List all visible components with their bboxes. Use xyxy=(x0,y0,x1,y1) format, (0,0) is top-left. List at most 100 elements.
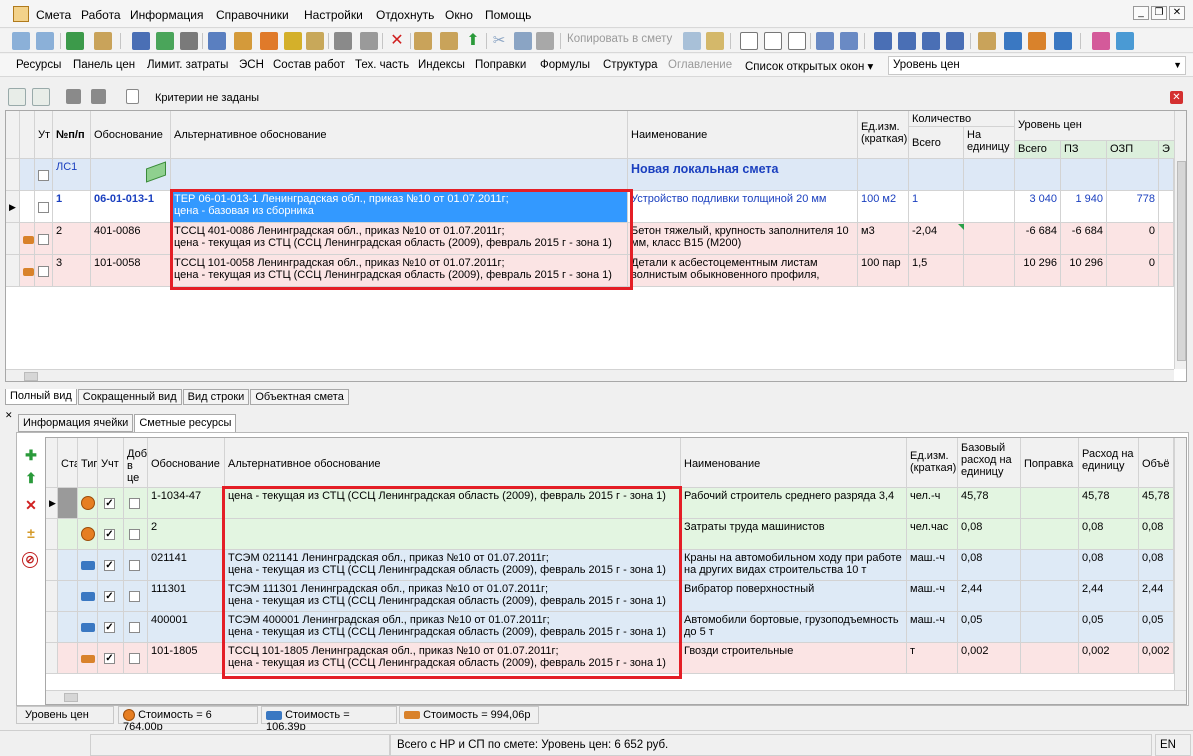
transfer2-icon[interactable] xyxy=(440,32,458,50)
pz-cell[interactable]: 10 296 xyxy=(1061,255,1107,287)
books2-icon[interactable] xyxy=(1116,32,1134,50)
print-icon[interactable] xyxy=(334,32,352,50)
r-icon[interactable] xyxy=(764,32,782,50)
ut-cell[interactable] xyxy=(35,223,53,255)
open-windows-dropdown[interactable]: Список открытых окон ▾ xyxy=(745,59,873,73)
volume-cell[interactable]: 0,002 xyxy=(1139,643,1174,674)
insert-row-icon[interactable] xyxy=(12,32,30,50)
tab-object-estimate[interactable]: Объектная смета xyxy=(250,389,349,405)
status-cell[interactable] xyxy=(58,612,78,643)
name-cell[interactable]: Гвозди строительные xyxy=(681,643,907,674)
ozp-cell[interactable]: 0 xyxy=(1107,255,1159,287)
tab-short-view[interactable]: Сокращенный вид xyxy=(77,389,182,405)
search-icon[interactable] xyxy=(94,32,112,50)
qty-total-cell[interactable]: 1 xyxy=(909,191,964,223)
base-rate-cell[interactable]: 0,08 xyxy=(958,519,1021,550)
num-header[interactable]: №п/п xyxy=(53,111,91,159)
basis-cell[interactable]: 101-0058 xyxy=(91,255,171,287)
add-cell[interactable] xyxy=(124,519,148,550)
move-up-icon[interactable]: ⬆ xyxy=(22,469,40,487)
uch-checkbox[interactable] xyxy=(104,528,115,540)
comment-icon[interactable] xyxy=(306,32,324,50)
qty-unit-cell[interactable] xyxy=(964,159,1015,191)
basis-header[interactable]: Обоснование xyxy=(91,111,171,159)
name-cell[interactable]: Рабочий строитель среднего разряда 3,4 xyxy=(681,488,907,519)
alt-basis-header[interactable]: Альтернативное обоснование xyxy=(225,438,681,488)
menu-okno[interactable]: Окно xyxy=(445,8,473,22)
restore-icon[interactable]: ❐ xyxy=(1151,6,1167,20)
uch-cell[interactable] xyxy=(98,550,124,581)
alt-basis-header[interactable]: Альтернативное обоснование xyxy=(171,111,628,159)
ut-checkbox[interactable] xyxy=(38,265,49,277)
move-down-arrow-icon[interactable] xyxy=(91,89,106,104)
collapse-icon[interactable] xyxy=(32,88,50,106)
tab-row-view[interactable]: Вид строки xyxy=(182,389,250,405)
machine-icon[interactable] xyxy=(1004,32,1022,50)
menu-nastroyki[interactable]: Настройки xyxy=(304,8,363,22)
tool-icon[interactable] xyxy=(234,32,252,50)
basis-cell[interactable]: 021141 xyxy=(148,550,225,581)
uch-checkbox[interactable] xyxy=(104,621,115,633)
unit-cell[interactable]: м3 xyxy=(858,223,909,255)
basis-cell[interactable]: 400001 xyxy=(148,612,225,643)
uch-cell[interactable] xyxy=(98,488,124,519)
exclude-resource-icon[interactable]: ⊘ xyxy=(22,552,38,568)
vertical-scrollbar[interactable] xyxy=(1174,111,1186,369)
materials-icon[interactable] xyxy=(260,32,278,50)
ozp-cell[interactable]: 0 xyxy=(1107,223,1159,255)
tab-full-view[interactable]: Полный вид xyxy=(5,389,77,405)
volume-cell[interactable]: 0,08 xyxy=(1139,550,1174,581)
basis-cell[interactable]: 111301 xyxy=(148,581,225,612)
clipboard-icon[interactable] xyxy=(706,32,724,50)
e-cell[interactable] xyxy=(1159,191,1174,223)
uch-cell[interactable] xyxy=(98,519,124,550)
pz-cell[interactable] xyxy=(1061,159,1107,191)
name-cell[interactable]: Вибратор поверхностный xyxy=(681,581,907,612)
status-cell[interactable] xyxy=(58,581,78,612)
level-total-header[interactable]: Всего xyxy=(1015,141,1061,159)
num-cell[interactable]: 3 xyxy=(53,255,91,287)
link-work-composition[interactable]: Состав работ xyxy=(273,59,345,71)
basis-cell[interactable]: 06-01-013-1 xyxy=(91,191,171,223)
unit-cell[interactable]: 100 пар xyxy=(858,255,909,287)
horizontal-scrollbar[interactable] xyxy=(46,690,1186,704)
ut-checkbox[interactable] xyxy=(38,169,49,181)
num-cell[interactable]: 1 xyxy=(53,191,91,223)
menu-rabota[interactable]: Работа xyxy=(81,8,121,22)
cut-icon[interactable]: ✂ xyxy=(490,32,508,50)
close-icon[interactable]: ✕ xyxy=(1169,6,1185,20)
basis-cell[interactable]: 401-0086 xyxy=(91,223,171,255)
brick-icon[interactable] xyxy=(1028,32,1046,50)
basis-cell[interactable]: 1-1034-47 xyxy=(148,488,225,519)
ozp-cell[interactable] xyxy=(1107,159,1159,191)
status-cell[interactable] xyxy=(58,519,78,550)
add-resource-icon[interactable]: ✚ xyxy=(22,446,40,464)
total-cell[interactable] xyxy=(1015,159,1061,191)
status-header[interactable]: Ста xyxy=(58,438,78,488)
name-cell[interactable]: Краны на автомобильном ходу при работе н… xyxy=(681,550,907,581)
uch-checkbox[interactable] xyxy=(104,652,115,664)
total-cell[interactable]: 10 296 xyxy=(1015,255,1061,287)
base-rate-cell[interactable]: 45,78 xyxy=(958,488,1021,519)
tab-cell-info[interactable]: Информация ячейки xyxy=(18,414,134,432)
menu-informaciya[interactable]: Информация xyxy=(130,8,203,22)
menu-spravochniki[interactable]: Справочники xyxy=(216,8,289,22)
document-icon[interactable] xyxy=(126,89,139,104)
link-indexes[interactable]: Индексы xyxy=(418,59,465,71)
volume-cell[interactable]: 45,78 xyxy=(1139,488,1174,519)
volume-cell[interactable]: 2,44 xyxy=(1139,581,1174,612)
e-cell[interactable] xyxy=(1159,255,1174,287)
outdent-icon[interactable] xyxy=(922,32,940,50)
check-icon[interactable] xyxy=(816,32,834,50)
type-header[interactable]: Тип xyxy=(78,438,98,488)
base-rate-cell[interactable]: 0,05 xyxy=(958,612,1021,643)
uch-cell[interactable] xyxy=(98,612,124,643)
menu-otdohnut[interactable]: Отдохнуть xyxy=(376,8,434,22)
transfer-icon[interactable] xyxy=(414,32,432,50)
link-formulas[interactable]: Формулы xyxy=(540,59,590,71)
pz-header[interactable]: ПЗ xyxy=(1061,141,1107,159)
add-cell[interactable] xyxy=(124,488,148,519)
copy-icon[interactable] xyxy=(514,32,532,50)
rate-cell[interactable]: 45,78 xyxy=(1079,488,1139,519)
correction-header[interactable]: Поправка xyxy=(1021,438,1079,488)
